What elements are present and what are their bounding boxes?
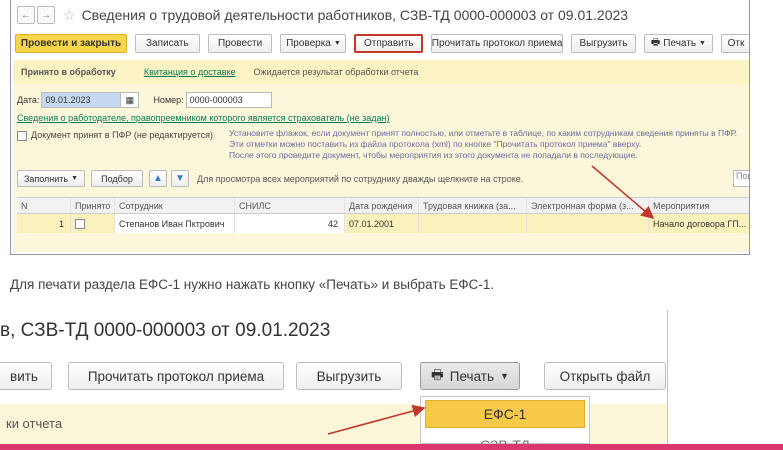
chevron-down-icon: ▼ (333, 39, 341, 47)
select-button[interactable]: Подбор (91, 170, 143, 187)
table-hint: Для просмотра всех мероприятий по сотруд… (197, 173, 524, 184)
status-bar: Принято в обработку Квитанция о доставке… (13, 60, 749, 84)
fill-label: Заполнить (23, 173, 69, 184)
workbook-cell[interactable] (419, 214, 527, 233)
date-field[interactable]: 09.01.2023 (41, 92, 122, 108)
main-toolbar: Провести и закрыть Записать Провести Про… (11, 33, 749, 53)
column-header[interactable]: Дата рождения (345, 198, 419, 213)
eform-cell[interactable] (527, 214, 649, 233)
number-label: Номер: (153, 95, 184, 105)
accepted-checkbox[interactable] (75, 219, 85, 229)
read-protocol-button[interactable]: Прочитать протокол приема (68, 362, 284, 390)
date-number-row: Дата: 09.01.2023 ▦ Номер: 0000-000003 (17, 92, 272, 108)
status-note: Ожидается результат обработки отчета (253, 67, 419, 77)
column-header[interactable]: Мероприятия (649, 198, 749, 213)
chevron-down-icon: ▼ (71, 175, 79, 182)
column-header[interactable]: N (17, 198, 71, 213)
instruction-caption: Для печати раздела ЕФС-1 нужно нажать кн… (10, 277, 495, 292)
form-screenshot-1: ← → ☆ Сведения о трудовой деятельности р… (10, 0, 750, 255)
accepted-cell[interactable] (71, 214, 115, 233)
printer-icon: 🖶 (650, 36, 661, 48)
upload-button[interactable]: Выгрузить (571, 33, 636, 53)
employees-table: N Принято Сотрудник СНИЛС Дата рождения … (17, 197, 749, 233)
birthdate-cell[interactable]: 07.01.2001 (345, 214, 419, 233)
forward-button[interactable]: → (37, 6, 55, 24)
back-button[interactable]: ← (17, 6, 35, 24)
column-header[interactable]: Электронная форма (з... (527, 198, 649, 213)
row-number: 1 (17, 214, 71, 233)
pfr-accepted-row: Документ принят в ПФР (не редактируется) (17, 130, 213, 141)
hint-line: Эти отметки можно поставить из файла про… (229, 139, 642, 149)
calendar-icon[interactable]: ▦ (121, 92, 140, 108)
pfr-accepted-label: Документ принят в ПФР (не редактируется) (31, 130, 214, 140)
form-screenshot-2: в, СЗВ-ТД 0000-000003 от 09.01.2023 вить… (0, 310, 668, 444)
print-dropdown-menu: ЕФС-1 СЗВ-ТД (420, 396, 590, 444)
save-button[interactable]: Записать (135, 33, 200, 53)
column-header[interactable]: Принято (71, 198, 115, 213)
check-label: Проверка (286, 37, 331, 49)
column-header[interactable]: Сотрудник (115, 198, 235, 213)
read-protocol-button[interactable]: Прочитать протокол приема (431, 33, 564, 53)
open-file-button[interactable]: Открыть файл (544, 362, 666, 390)
favorite-star-icon[interactable]: ☆ (63, 7, 76, 24)
print-button[interactable]: 🖶 Печать ▼ (643, 33, 713, 53)
zoomed-document-title: в, СЗВ-ТД 0000-000003 от 09.01.2023 (0, 320, 331, 341)
zoomed-toolbar: вить Прочитать протокол приема Выгрузить… (0, 362, 667, 390)
zoomed-status-text: ки отчета (6, 416, 63, 431)
title-bar: ← → ☆ Сведения о трудовой деятельности р… (11, 0, 749, 30)
number-field[interactable]: 0000-000003 (185, 92, 272, 108)
print-button[interactable]: 🖶 Печать ▼ (420, 362, 520, 390)
hint-line: После этого проведите документ, чтобы ме… (229, 150, 638, 160)
events-cell[interactable]: Начало договора ГП... (649, 214, 749, 233)
date-label: Дата: (17, 95, 40, 105)
menu-item-efs1[interactable]: ЕФС-1 (425, 400, 585, 428)
print-label: Печать (663, 37, 697, 49)
print-label: Печать (449, 368, 495, 384)
table-header: N Принято Сотрудник СНИЛС Дата рождения … (17, 197, 749, 214)
table-toolbar: Заполнить ▼ Подбор ▲ ▼ Для просмотра всех… (17, 170, 523, 187)
successor-link[interactable]: Сведения о работодателе, правопреемником… (17, 113, 390, 123)
chevron-down-icon: ▼ (500, 371, 509, 381)
column-header[interactable]: СНИЛС (235, 198, 345, 213)
post-button[interactable]: Провести (207, 33, 273, 53)
printer-icon: 🖶 (431, 366, 444, 382)
pfr-accepted-checkbox[interactable] (17, 131, 27, 141)
move-down-icon[interactable]: ▼ (171, 170, 189, 187)
upload-button[interactable]: Выгрузить (296, 362, 402, 390)
menu-item-szvtd[interactable]: СЗВ-ТД (425, 431, 585, 444)
check-button[interactable]: Проверка ▼ (280, 33, 347, 53)
send-button[interactable]: Отправить (354, 33, 424, 53)
hint-line: Установите флажок, если документ принят … (229, 128, 738, 138)
fill-button[interactable]: Заполнить ▼ (17, 170, 85, 187)
hint-text: Установите флажок, если документ принят … (229, 128, 749, 161)
post-button-partial[interactable]: вить (0, 362, 52, 390)
column-header[interactable]: Трудовая книжка (за... (419, 198, 527, 213)
bottom-accent-bar (0, 444, 783, 450)
chevron-down-icon: ▼ (699, 39, 706, 47)
employee-cell[interactable]: Степанов Иван Пктрович (115, 214, 235, 233)
more-button[interactable]: Отк (720, 33, 749, 53)
table-row[interactable]: 1 Степанов Иван Пктрович 42 07.01.2001 Н… (17, 214, 749, 233)
search-input[interactable]: Пои (733, 170, 749, 187)
delivery-receipt-link[interactable]: Квитанция о доставке (144, 67, 236, 77)
status-text: Принято в обработку (21, 67, 116, 77)
document-title: Сведения о трудовой деятельности работни… (81, 7, 629, 23)
move-up-icon[interactable]: ▲ (149, 170, 167, 187)
post-and-close-button[interactable]: Провести и закрыть (15, 33, 127, 53)
snils-cell[interactable]: 42 (235, 214, 345, 233)
